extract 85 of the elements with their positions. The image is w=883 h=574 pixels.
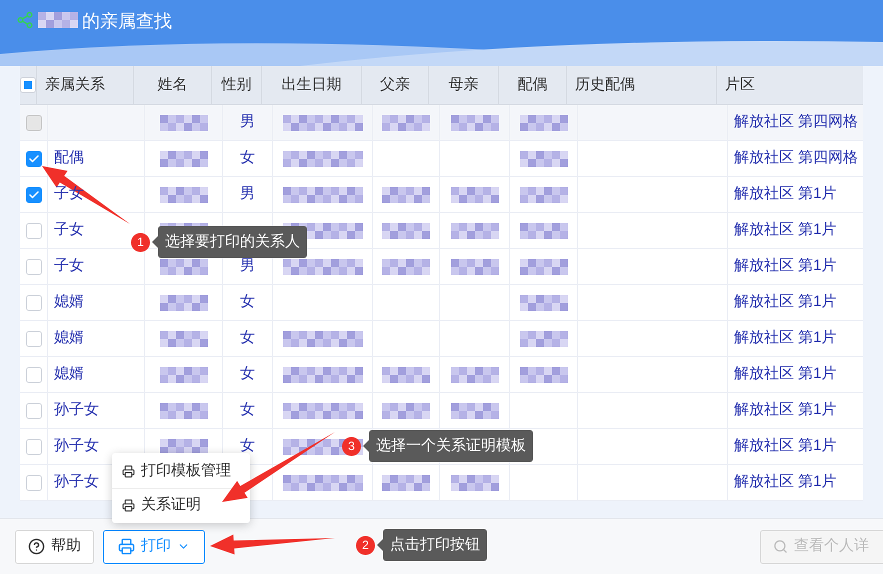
printer-icon xyxy=(122,465,135,478)
blurred-text xyxy=(160,366,208,382)
search-icon xyxy=(773,539,788,554)
table-cell-text: 男 xyxy=(240,184,255,204)
table-cell-text: 女 xyxy=(240,328,255,348)
table-cell-text: 女 xyxy=(240,436,255,456)
relation-link[interactable]: 子女 xyxy=(54,255,84,278)
blurred-text xyxy=(160,114,208,130)
blurred-text xyxy=(520,186,568,202)
blurred-text xyxy=(382,366,430,382)
checkbox[interactable] xyxy=(26,186,42,202)
relation-link[interactable]: 配偶 xyxy=(54,147,84,170)
table-cell-text: 解放社区 第1片 xyxy=(734,220,837,240)
table-cell-text: 解放社区 第1片 xyxy=(734,328,837,348)
help-button[interactable]: 帮助 xyxy=(15,530,94,564)
blurred-text xyxy=(520,366,568,382)
blurred-text xyxy=(450,114,498,130)
table-cell-text: 解放社区 第四网格 xyxy=(734,148,858,168)
blurred-text xyxy=(520,258,568,274)
relation-link[interactable]: 孙子女 xyxy=(54,399,99,422)
menu-item[interactable]: 打印模板管理 xyxy=(112,455,250,488)
tooltip: 选择要打印的关系人 xyxy=(158,226,307,258)
table-cell-text: 解放社区 第1片 xyxy=(734,364,837,384)
column-header[interactable]: 亲属关系 xyxy=(37,66,134,104)
blurred-text xyxy=(450,222,498,238)
share-icon[interactable] xyxy=(16,11,34,29)
column-header[interactable]: 片区 xyxy=(717,66,883,104)
blurred-text xyxy=(382,114,430,130)
table-cell-text: 女 xyxy=(240,292,255,312)
table-cell-text: 解放社区 第1片 xyxy=(734,256,837,276)
tooltip: 点击打印按钮 xyxy=(383,529,487,561)
blurred-text xyxy=(160,186,208,202)
blurred-text xyxy=(450,366,498,382)
table-cell-text: 解放社区 第1片 xyxy=(734,400,837,420)
table-cell-text: 男 xyxy=(240,256,255,276)
table-cell-text: 解放社区 第1片 xyxy=(734,184,837,204)
checkbox[interactable] xyxy=(26,150,42,166)
table-cell-text: 解放社区 第1片 xyxy=(734,472,837,492)
relation-link[interactable]: 孙子女 xyxy=(54,471,99,494)
relation-link[interactable]: 孙子女 xyxy=(54,435,99,458)
table-cell-text: 男 xyxy=(240,112,255,132)
blurred-text xyxy=(520,294,568,310)
column-header[interactable]: 母亲 xyxy=(429,66,499,104)
blurred-text xyxy=(450,474,498,490)
tooltip: 选择一个关系证明模板 xyxy=(369,430,533,462)
blurred-text xyxy=(160,330,208,346)
blurred-text xyxy=(382,474,430,490)
blurred-text xyxy=(382,222,430,238)
relation-link[interactable]: 媳婿 xyxy=(54,291,84,314)
blurred-text xyxy=(450,186,498,202)
blurred-text xyxy=(160,438,208,454)
column-header[interactable]: 出生日期 xyxy=(262,66,362,104)
relation-link[interactable]: 子女 xyxy=(54,219,84,242)
blurred-text xyxy=(450,258,498,274)
help-icon xyxy=(28,538,45,555)
table-cell-text: 女 xyxy=(240,400,255,420)
blurred-text xyxy=(160,294,208,310)
blurred-text xyxy=(382,258,430,274)
column-header[interactable]: 性别 xyxy=(212,66,262,104)
check-icon xyxy=(28,188,40,200)
check-icon xyxy=(28,152,40,164)
table-cell-text: 女 xyxy=(240,364,255,384)
table-cell-text: 解放社区 第1片 xyxy=(734,436,837,456)
blurred-text xyxy=(382,402,430,418)
blurred-text xyxy=(160,150,208,166)
blurred-text xyxy=(520,222,568,238)
column-header[interactable]: 父亲 xyxy=(362,66,429,104)
column-header[interactable]: 历史配偶 xyxy=(567,66,717,104)
blurred-text xyxy=(520,114,568,130)
table-cell-text: 解放社区 第1片 xyxy=(734,292,837,312)
table-cell-text: 解放社区 第四网格 xyxy=(734,112,858,132)
blurred-text xyxy=(160,258,208,274)
printer-icon xyxy=(118,538,135,555)
table-cell-text: 女 xyxy=(240,148,255,168)
column-header[interactable]: 配偶 xyxy=(499,66,567,104)
column-header[interactable]: 姓名 xyxy=(134,66,212,104)
blurred-text xyxy=(520,330,568,346)
printer-icon xyxy=(122,498,135,512)
blurred-text xyxy=(160,402,208,418)
blurred-text xyxy=(382,186,430,202)
relation-link[interactable]: 媳婿 xyxy=(54,363,84,386)
window-title: 的亲属查找 xyxy=(82,10,172,33)
blurred-text xyxy=(520,150,568,166)
relation-link[interactable]: 媳婿 xyxy=(54,327,84,350)
blurred-text xyxy=(450,402,498,418)
